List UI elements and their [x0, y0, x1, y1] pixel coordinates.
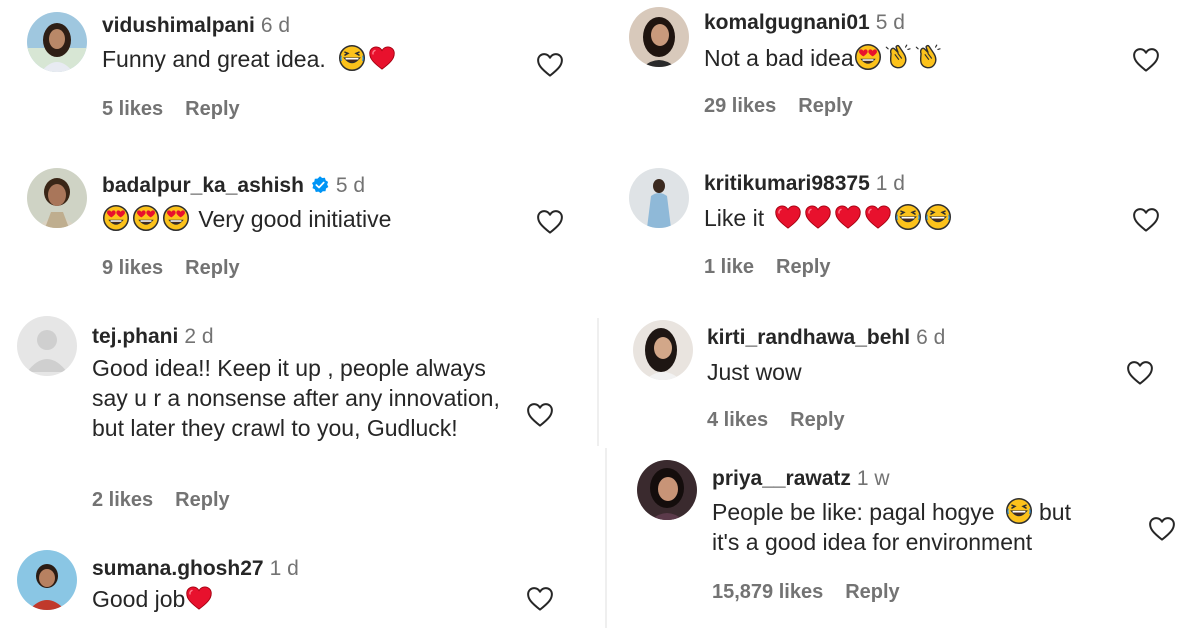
- likes-count[interactable]: 15,879 likes: [712, 581, 823, 603]
- red-heart-emoji: [804, 203, 832, 231]
- avatar[interactable]: [27, 12, 87, 72]
- username[interactable]: kirti_randhawa_behl: [707, 326, 910, 349]
- timestamp[interactable]: 5 d: [876, 11, 905, 34]
- reply-button[interactable]: Reply: [776, 256, 830, 278]
- timestamp[interactable]: 2 d: [184, 325, 213, 348]
- comment-text: Like it: [704, 203, 954, 233]
- avatar[interactable]: [633, 320, 693, 380]
- laughing-crying-emoji: [338, 44, 366, 72]
- laughing-crying-emoji: [924, 203, 952, 231]
- reply-button[interactable]: Reply: [790, 409, 844, 431]
- reply-button[interactable]: Reply: [845, 581, 899, 603]
- comment-text: Very good initiative: [102, 204, 391, 234]
- likes-count[interactable]: 29 likes: [704, 95, 776, 117]
- username[interactable]: sumana.ghosh27: [92, 557, 264, 580]
- red-heart-emoji: [185, 584, 213, 612]
- username[interactable]: vidushimalpani: [102, 14, 255, 37]
- username[interactable]: kritikumari98375: [704, 172, 870, 195]
- red-heart-emoji: [864, 203, 892, 231]
- comment-text: Good job: [92, 584, 215, 614]
- clapping-hands-emoji: [884, 43, 912, 71]
- heart-eyes-emoji: [132, 204, 160, 232]
- timestamp[interactable]: 1 d: [876, 172, 905, 195]
- timestamp[interactable]: 5 d: [336, 174, 365, 197]
- like-heart-icon[interactable]: [525, 584, 555, 614]
- laughing-crying-emoji: [894, 203, 922, 231]
- like-heart-icon[interactable]: [1125, 358, 1155, 388]
- timestamp[interactable]: 6 d: [916, 326, 945, 349]
- like-heart-icon[interactable]: [1147, 514, 1177, 544]
- username[interactable]: badalpur_ka_ashish: [102, 174, 304, 197]
- red-heart-emoji: [368, 44, 396, 72]
- reply-button[interactable]: Reply: [798, 95, 852, 117]
- column-divider: [597, 318, 599, 446]
- likes-count[interactable]: 5 likes: [102, 98, 163, 120]
- likes-count[interactable]: 1 like: [704, 256, 754, 278]
- username[interactable]: tej.phani: [92, 325, 178, 348]
- likes-count[interactable]: 9 likes: [102, 257, 163, 279]
- like-heart-icon[interactable]: [1131, 45, 1161, 75]
- likes-count[interactable]: 4 likes: [707, 409, 768, 431]
- heart-eyes-emoji: [102, 204, 130, 232]
- username[interactable]: priya__rawatz: [712, 467, 851, 490]
- red-heart-emoji: [774, 203, 802, 231]
- avatar[interactable]: [629, 168, 689, 228]
- avatar[interactable]: [17, 550, 77, 610]
- red-heart-emoji: [834, 203, 862, 231]
- column-divider: [605, 448, 607, 628]
- timestamp[interactable]: 1 d: [270, 557, 299, 580]
- like-heart-icon[interactable]: [1131, 205, 1161, 235]
- laughing-crying-emoji: [1005, 497, 1033, 525]
- timestamp[interactable]: 1 w: [857, 467, 890, 490]
- reply-button[interactable]: Reply: [175, 489, 229, 511]
- heart-eyes-emoji: [854, 43, 882, 71]
- avatar[interactable]: [629, 7, 689, 67]
- comment-text: People be like: pagal hogye but it's a g…: [712, 497, 1071, 555]
- like-heart-icon[interactable]: [535, 207, 565, 237]
- avatar[interactable]: [27, 168, 87, 228]
- reply-button[interactable]: Reply: [185, 257, 239, 279]
- comment-text: Funny and great idea.: [102, 44, 398, 74]
- timestamp[interactable]: 6 d: [261, 14, 290, 37]
- comment-text: Just wow: [707, 359, 802, 385]
- like-heart-icon[interactable]: [535, 50, 565, 80]
- reply-button[interactable]: Reply: [185, 98, 239, 120]
- likes-count[interactable]: 2 likes: [92, 489, 153, 511]
- comment-text: Good idea!! Keep it up , people always s…: [92, 355, 500, 441]
- avatar[interactable]: [637, 460, 697, 520]
- default-avatar[interactable]: [17, 316, 77, 376]
- clapping-hands-emoji: [914, 43, 942, 71]
- like-heart-icon[interactable]: [525, 400, 555, 430]
- verified-badge-icon: [310, 175, 330, 195]
- heart-eyes-emoji: [162, 204, 190, 232]
- username[interactable]: komalgugnani01: [704, 11, 870, 34]
- comment-text: Not a bad idea: [704, 43, 944, 73]
